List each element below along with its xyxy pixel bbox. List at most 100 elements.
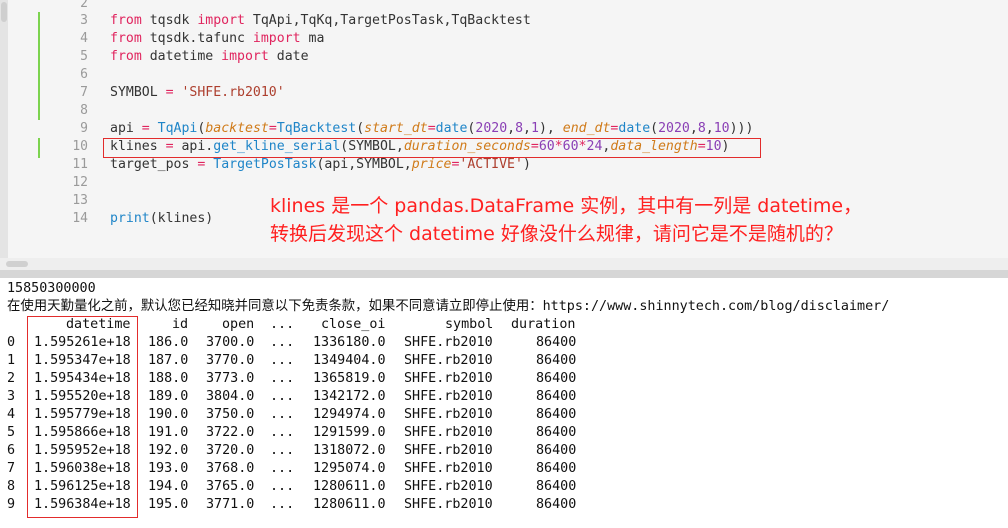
code-highlight-box <box>103 138 761 158</box>
table-cell: ... <box>270 353 295 368</box>
line-number: 9 <box>80 121 88 136</box>
row-index: 7 <box>7 461 16 476</box>
question-annotation-line2: 转换后发现这个 datetime 好像没什么规律，请问它是不是随机的？ <box>270 223 843 245</box>
variable: target_pos <box>110 157 198 172</box>
function-name: date <box>435 121 468 136</box>
table-cell: SHFE.rb2010 <box>404 443 493 458</box>
line-number: 14 <box>72 211 88 226</box>
code-line-9[interactable]: api = TqApi(backtest=TqBacktest(start_dt… <box>110 120 753 138</box>
table-cell: SHFE.rb2010 <box>404 497 493 512</box>
row-index: 1 <box>7 353 16 368</box>
number: 8 <box>515 121 524 136</box>
function-name: TqBacktest <box>276 121 357 136</box>
disclaimer-text: 在使用天勤量化之前，默认您已经知晓并同意以下免责条款，如果不同意请立即停止使用： <box>7 299 543 314</box>
number: 1 <box>531 121 539 136</box>
table-cell: 1295074.0 <box>313 461 386 476</box>
code-line-3[interactable]: from tqsdk import TqApi,TqKq,TargetPosTa… <box>110 12 531 30</box>
line-number: 3 <box>80 13 88 28</box>
code-line-11[interactable]: target_pos = TargetPosTask(api,SYMBOL,pr… <box>110 156 531 174</box>
args: (klines) <box>149 211 214 226</box>
code-line-7[interactable]: SYMBOL = 'SHFE.rb2010' <box>110 84 285 102</box>
editor-horizontal-scrollbar[interactable] <box>0 258 1008 270</box>
column-header: ... <box>270 317 295 332</box>
table-cell: 1280611.0 <box>313 479 386 494</box>
disclaimer-url: https://www.shinnytech.com/blog/disclaim… <box>542 299 890 314</box>
row-index: 0 <box>7 335 16 350</box>
table-cell: 3700.0 <box>206 335 255 350</box>
table-cell: 3722.0 <box>206 425 255 440</box>
module-name: datetime <box>141 49 222 64</box>
table-cell: 86400 <box>536 425 577 440</box>
paren: ( <box>650 121 659 136</box>
paren: ))) <box>729 121 754 136</box>
row-index: 2 <box>7 371 16 386</box>
table-cell: 86400 <box>536 479 577 494</box>
function-name: TqApi <box>157 121 198 136</box>
table-cell: 86400 <box>536 497 577 512</box>
editor-vertical-scrollbar[interactable] <box>0 0 8 258</box>
import-names: date <box>268 49 309 64</box>
table-cell: 189.0 <box>148 389 189 404</box>
param-name: start_dt <box>364 121 428 136</box>
table-cell: 1349404.0 <box>313 353 386 368</box>
table-cell: ... <box>270 371 295 386</box>
table-cell: 190.0 <box>148 407 189 422</box>
table-cell: 3773.0 <box>206 371 255 386</box>
table-cell: 3768.0 <box>206 461 255 476</box>
number: 10 <box>713 121 730 136</box>
table-cell: 86400 <box>536 407 577 422</box>
comma: , <box>523 121 531 136</box>
table-cell: 86400 <box>536 389 577 404</box>
line-number: 10 <box>72 139 88 154</box>
scrollbar-thumb[interactable] <box>6 261 28 267</box>
number: 2020 <box>475 121 508 136</box>
operator: = <box>268 121 277 136</box>
table-cell: 86400 <box>536 443 577 458</box>
table-cell: 1291599.0 <box>313 425 386 440</box>
module-name: tqsdk <box>141 13 198 28</box>
row-index: 8 <box>7 479 16 494</box>
table-cell: ... <box>270 389 295 404</box>
row-index: 5 <box>7 425 16 440</box>
paren: ( <box>356 121 365 136</box>
line-number: 5 <box>80 49 88 64</box>
table-cell: SHFE.rb2010 <box>404 371 493 386</box>
table-cell: 3771.0 <box>206 497 255 512</box>
panel-divider[interactable] <box>0 270 1008 278</box>
table-cell: 195.0 <box>148 497 189 512</box>
table-cell: 191.0 <box>148 425 189 440</box>
table-cell: 3765.0 <box>206 479 255 494</box>
keyword: from <box>110 13 142 28</box>
keyword: from <box>110 31 142 46</box>
code-editor[interactable]: 2 3 4 5 6 7 8 9 10 11 12 13 14 from tqsd… <box>0 0 1008 270</box>
code-line-5[interactable]: from datetime import date <box>110 48 309 66</box>
table-cell: 3720.0 <box>206 443 255 458</box>
table-cell: 1280611.0 <box>313 497 386 512</box>
table-cell: SHFE.rb2010 <box>404 335 493 350</box>
scrollbar-thumb[interactable] <box>1 2 7 22</box>
column-header: close_oi <box>321 317 386 332</box>
param-name: end_dt <box>562 121 611 136</box>
table-cell: SHFE.rb2010 <box>404 389 493 404</box>
table-cell: ... <box>270 407 295 422</box>
line-number: 6 <box>80 67 88 82</box>
keyword: import <box>197 13 245 28</box>
table-cell: 1318072.0 <box>313 443 386 458</box>
column-header: duration <box>511 317 576 332</box>
args: (api,SYMBOL, <box>316 157 412 172</box>
line-number: 7 <box>80 85 88 100</box>
paren: ), <box>538 121 563 136</box>
line-number: 8 <box>80 103 88 118</box>
comma: , <box>689 121 698 136</box>
code-line-14[interactable]: print(klines) <box>110 210 213 228</box>
table-cell: ... <box>270 425 295 440</box>
variable: api <box>110 121 142 136</box>
table-cell: 1294974.0 <box>313 407 386 422</box>
code-line-4[interactable]: from tqsdk.tafunc import ma <box>110 30 324 48</box>
table-cell: 1365819.0 <box>313 371 386 386</box>
table-cell: 86400 <box>536 335 577 350</box>
line-number: 11 <box>72 157 88 172</box>
table-cell: 186.0 <box>148 335 189 350</box>
paren: ) <box>522 157 531 172</box>
import-names: ma <box>300 31 325 46</box>
